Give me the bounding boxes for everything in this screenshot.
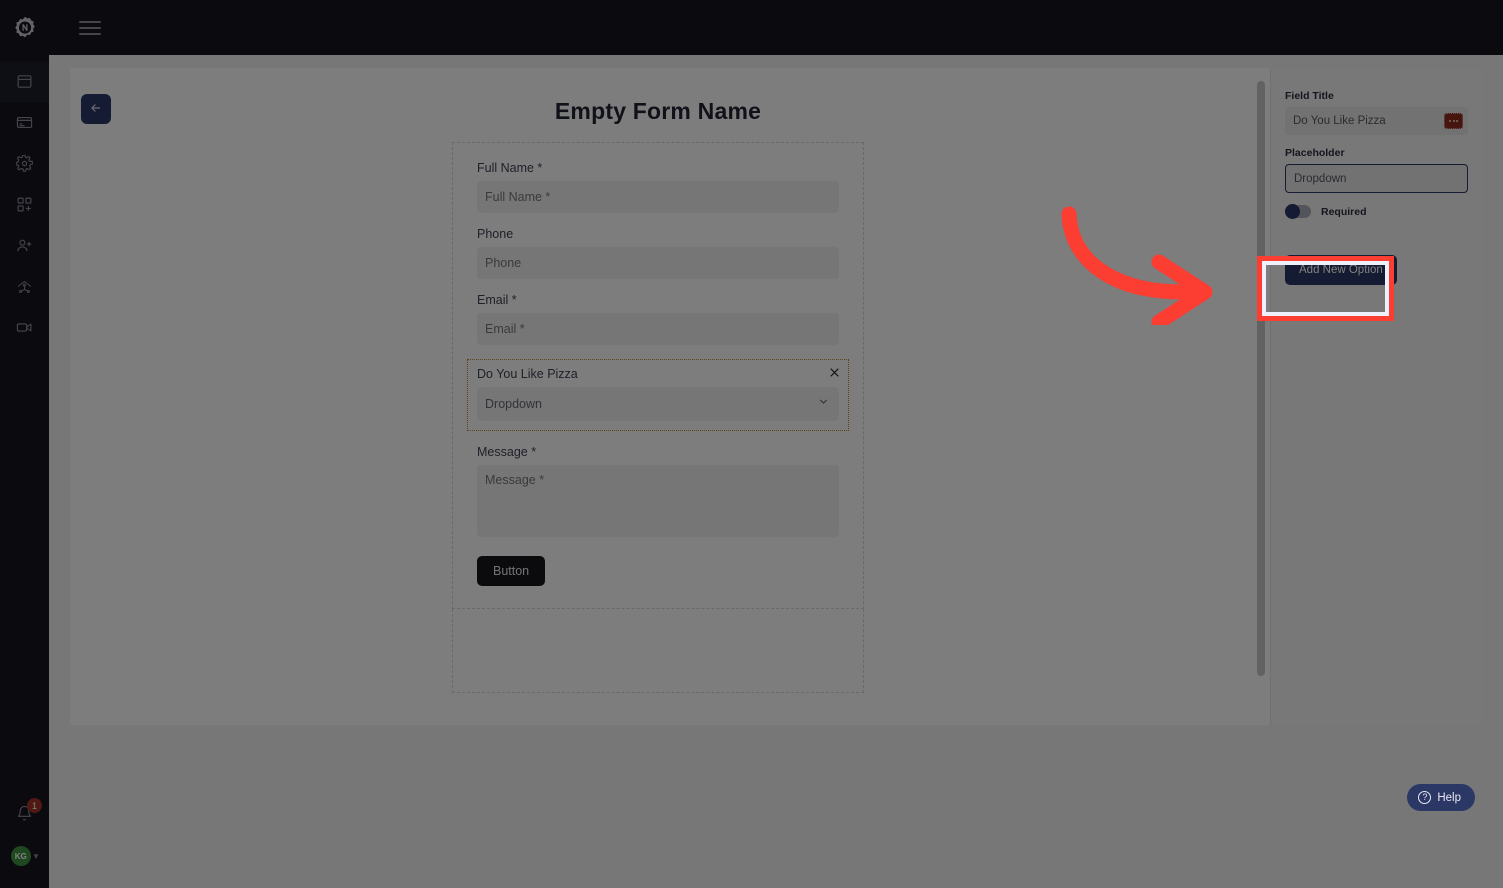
- video-camera-icon: [16, 319, 33, 336]
- dot: [1449, 120, 1451, 122]
- sidebar-item-forms[interactable]: [0, 102, 49, 143]
- page-title: Empty Form Name: [554, 98, 762, 124]
- back-button[interactable]: [81, 94, 111, 124]
- hamburger-menu-icon[interactable]: [79, 17, 101, 39]
- phone-input[interactable]: [477, 247, 839, 279]
- field-label: Do You Like Pizza: [477, 367, 578, 381]
- question-mark-icon: ?: [1418, 791, 1432, 804]
- placeholder-input[interactable]: [1285, 164, 1468, 193]
- application-root: 1 KG ▾ Empty Form Name Full Name * Full …: [0, 0, 1503, 888]
- sidebar-item-pages[interactable]: [0, 61, 49, 102]
- form-field-phone: Phone: [477, 227, 839, 279]
- form-fields-container: Full Name * Phone Email *: [452, 142, 864, 609]
- field-label: Email *: [477, 293, 517, 307]
- form-submit-button[interactable]: Button: [477, 556, 546, 586]
- sidebar-item-widgets[interactable]: [0, 184, 49, 225]
- required-toggle-row: Required: [1285, 204, 1468, 219]
- app-logo[interactable]: [0, 0, 49, 55]
- field-label: Message *: [477, 445, 537, 459]
- close-icon[interactable]: [826, 364, 842, 380]
- help-label: Help: [1437, 791, 1461, 804]
- pizza-dropdown-select[interactable]: Dropdown: [477, 387, 839, 421]
- field-label: Phone: [477, 227, 514, 241]
- form-field-email: Email *: [477, 293, 839, 345]
- required-toggle[interactable]: [1285, 204, 1311, 219]
- full-name-input[interactable]: [477, 181, 839, 213]
- field-title-input[interactable]: [1285, 107, 1468, 135]
- sidebar-item-video[interactable]: [0, 307, 49, 348]
- hamburger-bar: [79, 32, 101, 35]
- ellipsis-icon[interactable]: [1444, 113, 1463, 129]
- arrow-left-icon: [89, 101, 103, 118]
- form-field-dropdown-selected[interactable]: Do You Like Pizza Dropdown: [467, 359, 849, 431]
- toggle-knob: [1285, 204, 1300, 219]
- left-icon-sidebar: 1 KG ▾: [0, 0, 49, 888]
- sidebar-item-sitemap[interactable]: [0, 266, 49, 307]
- form-field-message: Message *: [477, 445, 839, 542]
- field-label: Full Name *: [477, 161, 543, 175]
- hamburger-bar: [79, 26, 101, 29]
- email-input[interactable]: [477, 313, 839, 345]
- placeholder-label: Placeholder: [1285, 147, 1345, 159]
- canvas-vertical-scrollbar[interactable]: [1253, 68, 1270, 725]
- avatar: KG: [10, 846, 31, 866]
- sidebar-nav-list: [0, 55, 49, 348]
- sidebar-item-add-user[interactable]: [0, 225, 49, 266]
- message-textarea[interactable]: [477, 465, 839, 537]
- top-header-bar: [49, 0, 1503, 55]
- sidebar-item-settings[interactable]: [0, 143, 49, 184]
- field-title-input-wrapper: [1285, 107, 1468, 135]
- dot: [1456, 120, 1458, 122]
- card-list-icon: [16, 114, 33, 131]
- window-icon: [16, 73, 33, 90]
- widgets-icon: [16, 196, 33, 213]
- chevron-down-icon: ▾: [33, 850, 39, 861]
- placeholder-input-wrapper: [1285, 164, 1468, 193]
- form-dropzone-area[interactable]: [452, 609, 864, 693]
- nectar-logo-icon: [11, 14, 39, 42]
- form-builder-card: Empty Form Name Full Name * Phone Email …: [70, 68, 1482, 725]
- field-settings-panel: Field Title Placeholder Required: [1270, 68, 1482, 725]
- help-button[interactable]: ? Help: [1407, 784, 1475, 811]
- sidebar-footer: 1 KG ▾: [0, 796, 49, 888]
- add-new-option-button[interactable]: Add New Option: [1285, 255, 1397, 285]
- notification-count-badge: 1: [27, 798, 42, 813]
- form-field-full-name: Full Name *: [477, 161, 839, 213]
- required-label: Required: [1321, 205, 1367, 218]
- hamburger-bar: [79, 20, 101, 23]
- page-body: Empty Form Name Full Name * Phone Email …: [49, 55, 1503, 888]
- dot: [1452, 120, 1455, 122]
- form-preview: Empty Form Name Full Name * Phone Email …: [452, 98, 864, 693]
- gear-icon: [16, 155, 33, 172]
- user-menu[interactable]: KG ▾: [0, 836, 49, 876]
- dropdown-wrapper: Dropdown: [477, 387, 839, 421]
- notifications-button[interactable]: 1: [0, 796, 49, 836]
- sitemap-icon: [16, 278, 33, 295]
- field-title-label: Field Title: [1285, 90, 1334, 102]
- scrollbar-thumb[interactable]: [1257, 81, 1265, 676]
- add-user-icon: [16, 237, 33, 254]
- form-canvas: Empty Form Name Full Name * Phone Email …: [70, 68, 1270, 725]
